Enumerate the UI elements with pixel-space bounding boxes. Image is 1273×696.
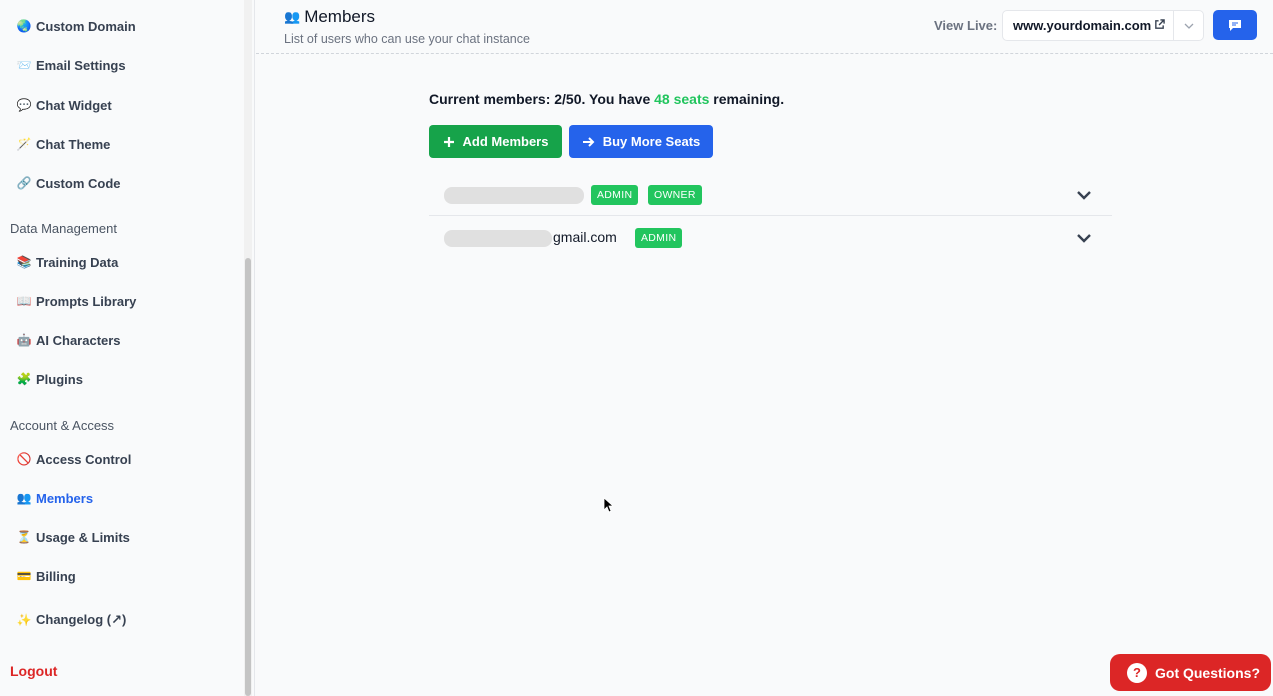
sidebar: 🌏 Custom Domain 📨 Email Settings 💬 Chat … [0, 0, 255, 696]
buy-more-seats-label: Buy More Seats [602, 134, 701, 149]
sidebar-item-plugins[interactable]: 🧩 Plugins [16, 367, 83, 391]
plus-icon [443, 136, 454, 147]
sidebar-scrollbar-thumb[interactable] [245, 258, 251, 696]
robot-icon: 🤖 [16, 333, 32, 347]
sidebar-item-email-settings[interactable]: 📨 Email Settings [16, 53, 126, 77]
mouse-cursor-icon [603, 497, 615, 513]
chevron-down-icon[interactable] [1075, 229, 1093, 247]
sidebar-item-ai-characters[interactable]: 🤖 AI Characters [16, 328, 121, 352]
redacted-email [444, 230, 552, 247]
page-header: 👥 Members List of users who can use your… [256, 0, 1273, 54]
page-title: 👥 Members [284, 7, 375, 27]
logout-link[interactable]: Logout [10, 663, 57, 679]
chevron-down-icon[interactable] [1173, 11, 1203, 40]
books-icon: 📚 [16, 255, 32, 269]
page-title-text: Members [304, 7, 376, 26]
admin-badge: ADMIN [591, 185, 639, 205]
domain-link[interactable]: www.yourdomain.com [1003, 18, 1154, 33]
sidebar-item-label: Members [36, 490, 94, 506]
users-icon: 👥 [284, 9, 301, 24]
sidebar-item-label: AI Characters [36, 332, 121, 348]
external-link-icon[interactable] [1154, 18, 1165, 33]
hourglass-icon: ⏳ [16, 530, 32, 544]
magic-wand-icon: 🪄 [16, 137, 32, 151]
link-icon: 🔗 [16, 176, 32, 190]
sidebar-item-billing[interactable]: 💳 Billing [16, 564, 76, 588]
prohibited-icon: 🚫 [16, 452, 32, 466]
chevron-down-icon[interactable] [1075, 186, 1093, 204]
members-summary-prefix: Current members: 2/50. You have [429, 91, 655, 107]
section-heading-data-management: Data Management [10, 221, 117, 236]
members-summary-suffix: remaining. [709, 91, 785, 107]
sidebar-item-label: Chat Widget [36, 97, 112, 113]
chat-button[interactable] [1213, 10, 1257, 40]
puzzle-icon: 🧩 [16, 372, 32, 386]
page-subtitle: List of users who can use your chat inst… [284, 32, 530, 46]
sidebar-item-label: Prompts Library [36, 293, 137, 309]
sidebar-item-usage-limits[interactable]: ⏳ Usage & Limits [16, 525, 130, 549]
sidebar-item-prompts-library[interactable]: 📖 Prompts Library [16, 289, 137, 313]
globe-icon: 🌏 [16, 19, 32, 33]
sidebar-item-label: Training Data [36, 254, 119, 270]
sparkles-icon: ✨ [16, 613, 32, 627]
add-members-button[interactable]: Add Members [429, 125, 562, 158]
got-questions-label: Got Questions? [1155, 664, 1260, 681]
sidebar-item-chat-theme[interactable]: 🪄 Chat Theme [16, 132, 111, 156]
sidebar-item-members[interactable]: 👥 Members [16, 486, 94, 510]
buy-more-seats-button[interactable]: Buy More Seats [569, 125, 713, 158]
credit-card-icon: 💳 [16, 569, 32, 583]
sidebar-item-custom-code[interactable]: 🔗 Custom Code [16, 171, 121, 195]
chat-icon [1229, 19, 1241, 31]
members-summary: Current members: 2/50. You have 48 seats… [429, 91, 784, 107]
admin-badge: ADMIN [635, 228, 683, 248]
redacted-email [444, 187, 584, 204]
owner-badge: OWNER [648, 185, 702, 205]
sidebar-item-label: Billing [36, 568, 76, 584]
member-row[interactable]: gmail.com ADMIN [429, 217, 1112, 259]
sidebar-item-training-data[interactable]: 📚 Training Data [16, 250, 119, 274]
sidebar-item-changelog[interactable]: ✨ Changelog (↗) [16, 608, 127, 632]
sidebar-item-label: Access Control [36, 451, 132, 467]
view-live-label: View Live: [934, 18, 998, 33]
sidebar-item-access-control[interactable]: 🚫 Access Control [16, 447, 132, 471]
member-row[interactable]: ADMIN OWNER [429, 174, 1112, 216]
sidebar-item-label: Chat Theme [36, 136, 111, 152]
sidebar-item-label: Plugins [36, 371, 83, 387]
arrow-right-icon [582, 136, 595, 147]
sidebar-item-label: Custom Code [36, 175, 121, 191]
speech-bubble-icon: 💬 [16, 98, 32, 112]
domain-select[interactable]: www.yourdomain.com [1002, 10, 1204, 41]
question-icon: ? [1127, 662, 1147, 683]
envelope-icon: 📨 [16, 58, 32, 72]
sidebar-item-label: Email Settings [36, 57, 126, 73]
sidebar-item-label: Usage & Limits [36, 529, 130, 545]
seats-remaining: 48 seats [654, 91, 710, 107]
add-members-label: Add Members [462, 134, 549, 149]
sidebar-item-label: Changelog (↗) [36, 612, 127, 627]
got-questions-button[interactable]: ? Got Questions? [1110, 654, 1271, 691]
sidebar-item-custom-domain[interactable]: 🌏 Custom Domain [16, 14, 136, 38]
sidebar-item-chat-widget[interactable]: 💬 Chat Widget [16, 93, 112, 117]
sidebar-item-label: Custom Domain [36, 18, 136, 34]
open-book-icon: 📖 [16, 294, 32, 308]
member-email: gmail.com [553, 229, 617, 245]
section-heading-account-access: Account & Access [10, 418, 115, 433]
users-icon: 👥 [16, 491, 32, 505]
